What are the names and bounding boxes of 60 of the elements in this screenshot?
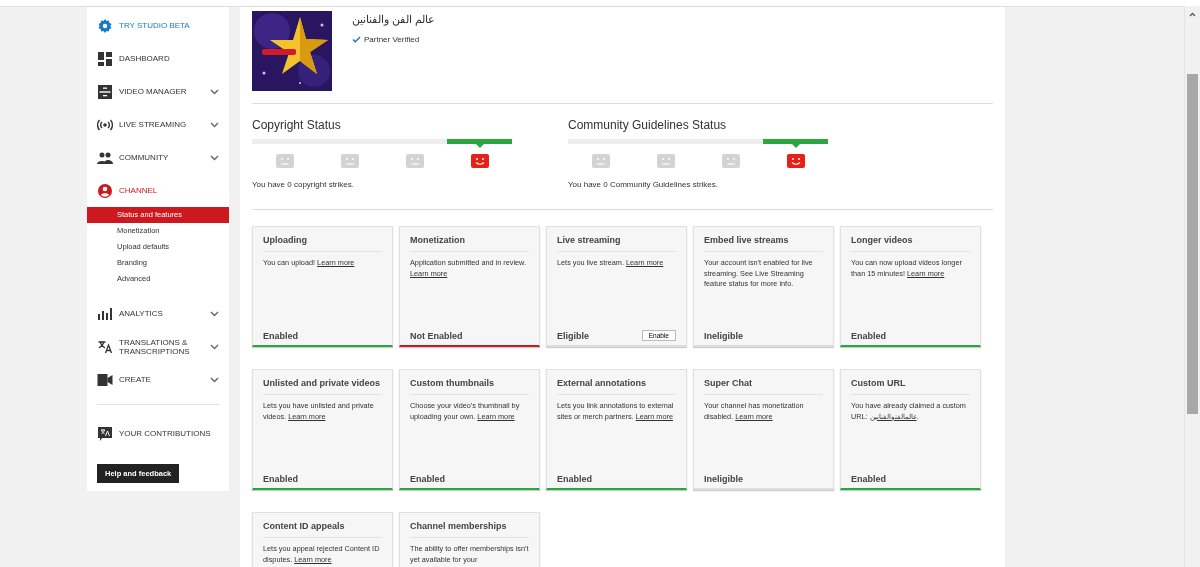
chevron-down-icon[interactable] bbox=[210, 376, 219, 383]
feature-title: Embed live streams bbox=[704, 235, 823, 252]
sidebar-item[interactable]: YOUR CONTRIBUTIONS bbox=[119, 429, 219, 438]
feature-status: Enabled bbox=[410, 474, 445, 484]
people-icon bbox=[97, 151, 113, 164]
feature-status: Enabled bbox=[557, 474, 592, 484]
feature-status: Enabled bbox=[263, 331, 298, 341]
account-icon bbox=[97, 183, 113, 198]
feature-title: Uploading bbox=[263, 235, 382, 252]
sidebar-item[interactable]: VIDEO MANAGER bbox=[119, 87, 204, 96]
studio-beta-link[interactable]: TRY STUDIO BETA bbox=[119, 21, 219, 30]
dashboard-icon bbox=[97, 51, 113, 66]
translate-bubble-icon bbox=[97, 426, 113, 441]
strike-message: You have 0 copyright strikes. bbox=[252, 180, 355, 189]
translate-icon bbox=[97, 339, 113, 354]
feature-status: Not Enabled bbox=[410, 331, 463, 341]
status-title: Copyright Status bbox=[252, 118, 342, 132]
video-camera-icon bbox=[97, 373, 113, 386]
scrollbar[interactable] bbox=[1184, 6, 1200, 567]
sidebar-item[interactable]: LIVE STREAMING bbox=[119, 120, 204, 129]
chevron-down-icon[interactable] bbox=[210, 310, 219, 317]
feature-title: Custom URL bbox=[851, 378, 970, 395]
broadcast-icon bbox=[97, 118, 113, 131]
sidebar-item[interactable]: CHANNEL bbox=[119, 186, 219, 195]
checkmark-icon bbox=[352, 36, 361, 43]
feature-title: Content ID appeals bbox=[263, 521, 382, 538]
feature-status: Eligible bbox=[557, 330, 589, 341]
chevron-down-icon[interactable] bbox=[210, 343, 219, 350]
feature-title: Longer videos bbox=[851, 235, 970, 252]
sidebar-item[interactable]: ANALYTICS bbox=[119, 309, 204, 318]
sidebar-item[interactable]: COMMUNITY bbox=[119, 153, 204, 162]
feature-status: Enabled bbox=[263, 474, 298, 484]
chevron-down-icon[interactable] bbox=[210, 154, 219, 161]
scroll-up-icon[interactable] bbox=[1189, 12, 1196, 17]
chevron-down-icon[interactable] bbox=[210, 88, 219, 95]
feature-status: Enabled bbox=[851, 331, 886, 341]
pointer-icon bbox=[475, 144, 484, 148]
feature-status: Ineligible bbox=[704, 331, 743, 341]
bar-chart-icon bbox=[97, 307, 113, 320]
gear-icon bbox=[97, 18, 113, 33]
feature-title: External annotations bbox=[557, 378, 676, 395]
sidebar-item[interactable]: TRANSLATIONS & TRANSCRIPTIONS bbox=[119, 337, 204, 356]
sidebar-item[interactable]: CREATE bbox=[119, 375, 204, 384]
video-manager-icon bbox=[97, 84, 113, 99]
feature-title: Monetization bbox=[410, 235, 529, 252]
channel-name: عالم الفن والفنانين bbox=[352, 13, 436, 26]
feature-title: Live streaming bbox=[557, 235, 676, 252]
feature-title: Super Chat bbox=[704, 378, 823, 395]
partner-verified-label: Partner Verified bbox=[364, 35, 420, 44]
sidebar-item[interactable]: DASHBOARD bbox=[119, 54, 219, 63]
feature-status: Ineligible bbox=[704, 474, 743, 484]
scrollbar-thumb[interactable] bbox=[1187, 74, 1198, 414]
status-title: Community Guidelines Status bbox=[568, 118, 728, 132]
feature-title: Unlisted and private videos bbox=[263, 378, 382, 395]
chevron-down-icon[interactable] bbox=[210, 121, 219, 128]
feature-title: Custom thumbnails bbox=[410, 378, 529, 395]
pointer-icon bbox=[791, 144, 800, 148]
feature-title: Channel memberships bbox=[410, 521, 529, 538]
feature-status: Enabled bbox=[851, 474, 886, 484]
strike-message: You have 0 Community Guidelines strikes. bbox=[568, 180, 719, 189]
